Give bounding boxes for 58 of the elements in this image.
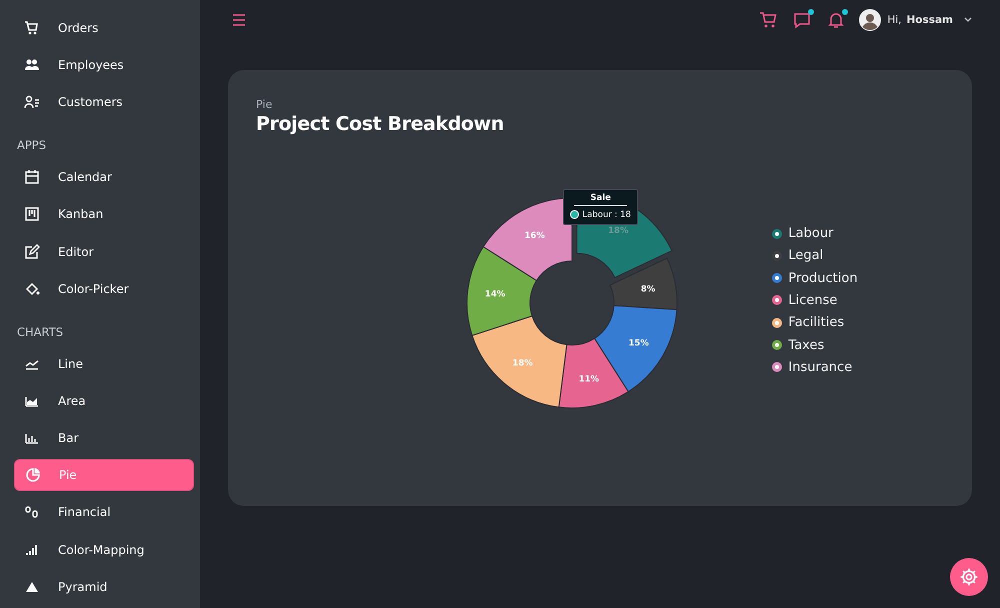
sidebar-item[interactable]: Kanban <box>14 198 194 230</box>
sidebar-item[interactable]: Color-Picker <box>14 272 194 304</box>
donut-slice[interactable] <box>472 314 568 408</box>
legend-item[interactable]: Taxes <box>772 336 858 354</box>
avatar-icon <box>859 9 882 31</box>
tooltip-title: Sale <box>574 192 627 206</box>
user-list-icon <box>24 94 40 110</box>
board-icon <box>24 206 40 222</box>
slice-label: 18% <box>608 226 629 236</box>
cart-icon <box>759 11 778 29</box>
calendar-icon <box>24 169 40 186</box>
legend-item[interactable]: Facilities <box>772 314 858 332</box>
sidebar-item[interactable]: Editor <box>14 236 194 268</box>
donut-slice[interactable] <box>483 197 573 280</box>
legend-item[interactable]: Insurance <box>772 358 858 377</box>
slice-label: 11% <box>579 374 600 384</box>
chat-icon <box>793 11 812 29</box>
people-icon <box>24 56 40 73</box>
cart-icon <box>24 20 40 36</box>
sidebar-item[interactable]: Bar <box>14 422 194 454</box>
page-title: Project Cost Breakdown <box>256 113 504 135</box>
sidebar-item[interactable]: Orders <box>14 12 194 44</box>
slice-label: 16% <box>524 230 546 241</box>
user-name: Hossam <box>906 14 953 26</box>
menu-icon <box>232 14 246 26</box>
paint-bucket-icon <box>24 280 40 297</box>
donut-slice[interactable] <box>558 337 630 408</box>
page-category: Pie <box>256 98 274 111</box>
sidebar-item[interactable]: Line <box>14 348 194 380</box>
slice-label: 8% <box>641 284 656 294</box>
bell-icon <box>827 11 846 29</box>
sidebar-item[interactable]: Calendar <box>14 161 194 194</box>
candlestick-icon <box>24 504 40 520</box>
section-heading: APPS <box>17 137 48 154</box>
slice-label: 18% <box>512 358 534 368</box>
legend-item[interactable]: Production <box>772 269 858 288</box>
caret-icon <box>964 17 972 23</box>
sidebar-item[interactable]: Customers <box>14 86 194 118</box>
slice-label: 14% <box>485 288 506 299</box>
settings-button[interactable] <box>950 558 988 596</box>
section-heading: CHARTS <box>17 324 64 341</box>
sidebar-item[interactable]: Employees <box>14 49 194 81</box>
legend-item[interactable]: Labour <box>772 224 858 243</box>
legend-item[interactable]: Legal <box>772 246 858 266</box>
sidebar-item[interactable]: Financial <box>14 496 194 528</box>
slice-label: 15% <box>628 338 650 348</box>
pie-chart-icon <box>25 467 41 484</box>
series-dot <box>570 210 580 219</box>
sidebar-item[interactable]: Pyramid <box>14 570 194 602</box>
sidebar-item[interactable]: Color-Mapping <box>14 534 194 566</box>
profile-menu[interactable]: Hi, Hossam <box>857 9 974 31</box>
edit-icon <box>24 244 40 260</box>
donut-slice[interactable] <box>467 246 538 336</box>
sidebar-item[interactable]: Area <box>14 385 194 417</box>
greeting-text: Hi, <box>887 14 902 26</box>
settings-icon <box>959 567 979 587</box>
legend-item[interactable]: License <box>772 291 858 310</box>
tooltip-value: Labour : 18 <box>582 210 631 220</box>
